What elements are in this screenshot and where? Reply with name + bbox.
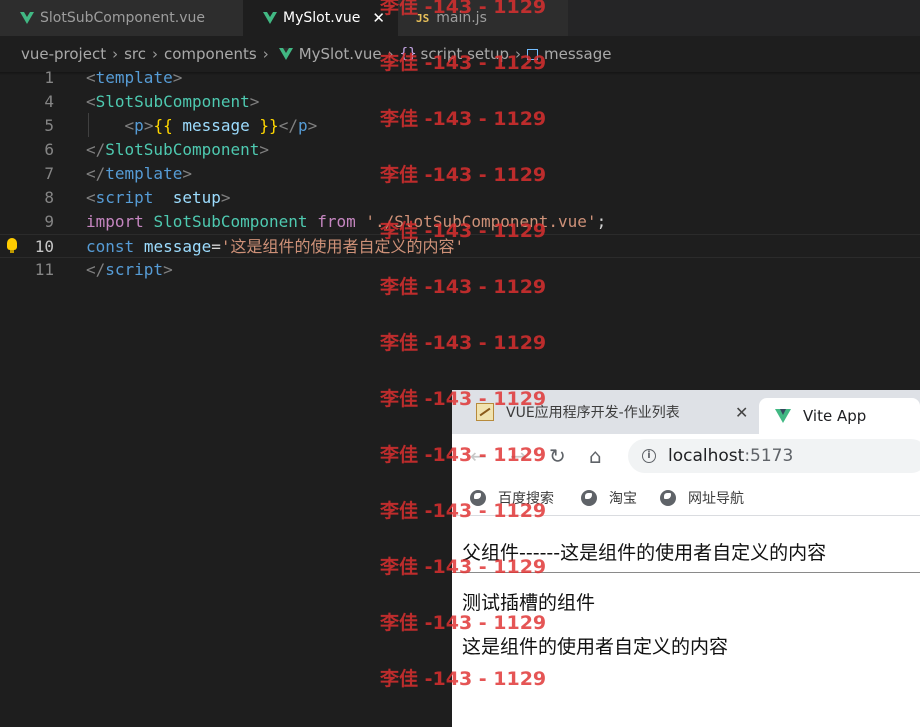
- line-number: 5: [44, 116, 54, 135]
- code-line[interactable]: 4 <SlotSubComponent>: [0, 90, 920, 114]
- divider: [452, 572, 920, 573]
- chevron-right-icon: ›: [387, 45, 394, 63]
- code-line[interactable]: 11 </script>: [0, 258, 920, 282]
- forward-arrow-icon[interactable]: →: [510, 444, 527, 468]
- browser-toolbar: ← → ↻ ⌂ i localhost:5173: [452, 434, 920, 478]
- line-number: 6: [44, 140, 54, 159]
- code-line[interactable]: 10 const message='这是组件的使用者自定义的内容': [0, 234, 920, 258]
- js-icon: JS: [416, 11, 430, 25]
- browser-tab-bar: VUE应用程序开发-作业列表 ✕ Vite App: [452, 390, 920, 434]
- globe-icon: [581, 490, 597, 506]
- browser-tab-vue-homework[interactable]: VUE应用程序开发-作业列表: [452, 390, 759, 434]
- breadcrumb-item[interactable]: message: [544, 45, 611, 63]
- code-line[interactable]: 7 </template>: [0, 162, 920, 186]
- code-text: <p>{{ message }}</p>: [124, 116, 318, 135]
- vue-icon: [20, 12, 34, 24]
- tab-label: SlotSubComponent.vue: [40, 10, 205, 26]
- code-text: </script>: [86, 260, 173, 279]
- tab-main-js[interactable]: JS main.js: [398, 0, 568, 36]
- breadcrumb-item[interactable]: script setup: [421, 45, 510, 63]
- line-number: 1: [44, 68, 54, 87]
- code-text: import SlotSubComponent from './SlotSubC…: [86, 212, 607, 231]
- vue-icon: [278, 48, 293, 60]
- breadcrumb-item[interactable]: src: [124, 45, 146, 63]
- line-number: 7: [44, 164, 54, 183]
- chevron-right-icon: ›: [112, 45, 119, 63]
- bookmark-label: 淘宝: [609, 491, 637, 507]
- chevron-right-icon: ›: [262, 45, 269, 63]
- code-line[interactable]: 9 import SlotSubComponent from './SlotSub…: [0, 210, 920, 234]
- tab-label: MySlot.vue: [283, 10, 361, 26]
- variable-icon: [527, 48, 539, 60]
- tab-title: Vite App: [803, 407, 867, 425]
- vue-icon: [775, 409, 791, 423]
- close-icon[interactable]: ✕: [735, 403, 748, 422]
- code-line[interactable]: 5 <p>{{ message }}</p>: [0, 114, 920, 138]
- watermark-text: 李佳 -143 - 1129: [380, 332, 547, 354]
- code-text: </template>: [86, 164, 192, 183]
- globe-icon: [660, 490, 676, 506]
- tab-title: VUE应用程序开发-作业列表: [506, 405, 680, 421]
- address-bar[interactable]: i localhost:5173: [628, 439, 920, 473]
- code-line[interactable]: 6 </SlotSubComponent>: [0, 138, 920, 162]
- breadcrumb-item[interactable]: MySlot.vue: [299, 45, 382, 63]
- info-icon[interactable]: i: [642, 449, 656, 463]
- site-favicon-icon: [476, 403, 494, 421]
- line-number: 11: [34, 260, 54, 279]
- code-text: <script setup>: [86, 188, 231, 207]
- indent-guide: [88, 113, 89, 137]
- braces-icon: {}: [399, 46, 417, 62]
- code-text: const message='这是组件的使用者自定义的内容': [86, 237, 465, 256]
- editor-tab-bar: SlotSubComponent.vue MySlot.vue ✕ JS mai…: [0, 0, 920, 36]
- tab-slotsubcomponent[interactable]: SlotSubComponent.vue: [0, 0, 243, 36]
- bookmark-baidu[interactable]: 百度搜索: [470, 488, 554, 508]
- bookmarks-bar: 百度搜索 淘宝 网址导航: [452, 478, 920, 516]
- globe-icon: [470, 490, 486, 506]
- chevron-right-icon: ›: [152, 45, 158, 63]
- code-line[interactable]: 1 <template>: [0, 66, 920, 90]
- breadcrumb-item[interactable]: vue-project: [21, 45, 106, 63]
- url-host: localhost: [668, 446, 745, 466]
- bookmark-label: 百度搜索: [498, 491, 554, 507]
- bookmark-label: 网址导航: [688, 491, 744, 507]
- chevron-right-icon: ›: [515, 45, 522, 63]
- url-port: :5173: [744, 446, 794, 466]
- parent-component-text: 父组件------这是组件的使用者自定义的内容: [462, 542, 827, 564]
- breadcrumb-item[interactable]: components: [164, 45, 257, 63]
- child-component-title: 测试插槽的组件: [462, 592, 596, 614]
- code-text: </SlotSubComponent>: [86, 140, 270, 159]
- bookmark-taobao[interactable]: 淘宝: [581, 488, 637, 508]
- code-text: <template>: [86, 68, 183, 87]
- close-icon[interactable]: ✕: [372, 9, 385, 27]
- home-icon[interactable]: ⌂: [589, 444, 602, 468]
- reload-icon[interactable]: ↻: [549, 444, 566, 468]
- bookmark-nav[interactable]: 网址导航: [660, 488, 744, 508]
- line-number: 4: [44, 92, 54, 111]
- tab-label: main.js: [436, 10, 487, 26]
- browser-window: VUE应用程序开发-作业列表 ✕ Vite App ← → ↻ ⌂ i loca…: [452, 390, 920, 727]
- slot-content-text: 这是组件的使用者自定义的内容: [462, 636, 729, 658]
- line-number: 9: [44, 212, 54, 231]
- code-text: <SlotSubComponent>: [86, 92, 260, 111]
- tab-myslot[interactable]: MySlot.vue ✕: [243, 0, 398, 36]
- line-number: 10: [34, 237, 54, 256]
- page-content: 父组件------这是组件的使用者自定义的内容 测试插槽的组件 这是组件的使用者…: [452, 516, 920, 727]
- browser-tab-vite-app[interactable]: Vite App: [759, 398, 920, 434]
- code-line[interactable]: 8 <script setup>: [0, 186, 920, 210]
- vue-icon: [263, 12, 277, 24]
- line-number: 8: [44, 188, 54, 207]
- back-arrow-icon[interactable]: ←: [470, 444, 487, 468]
